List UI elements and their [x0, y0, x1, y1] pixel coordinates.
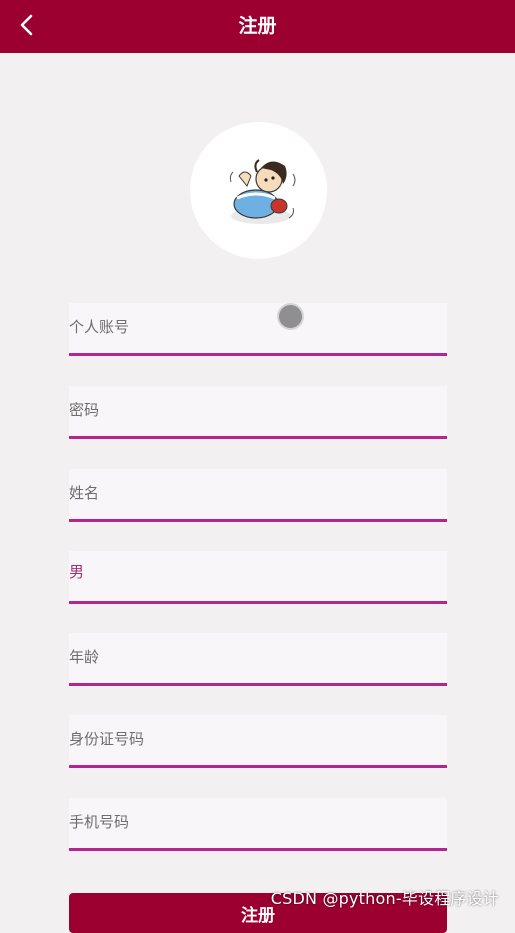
name-placeholder: 姓名 — [69, 484, 100, 502]
password-field[interactable]: 密码 — [69, 386, 447, 439]
watermark-text: CSDN @python-毕设程序设计 — [270, 889, 499, 908]
gender-value: 男 — [69, 563, 85, 581]
gender-select[interactable]: 男 — [69, 551, 447, 604]
id-number-placeholder: 身份证号码 — [69, 730, 145, 748]
header-bar: 注册 — [0, 0, 515, 53]
account-placeholder: 个人账号 — [69, 318, 130, 336]
id-number-field[interactable]: 身份证号码 — [69, 715, 447, 768]
phone-placeholder: 手机号码 — [69, 813, 130, 831]
page-title: 注册 — [238, 15, 277, 37]
age-placeholder: 年龄 — [69, 648, 100, 666]
touch-indicator — [277, 303, 304, 330]
phone-field[interactable]: 手机号码 — [69, 798, 447, 851]
name-field[interactable]: 姓名 — [69, 469, 447, 522]
password-placeholder: 密码 — [69, 401, 100, 419]
age-field[interactable]: 年龄 — [69, 633, 447, 686]
avatar[interactable] — [190, 122, 327, 259]
cartoon-avatar-icon — [229, 158, 295, 224]
account-field[interactable]: 个人账号 — [69, 303, 447, 356]
